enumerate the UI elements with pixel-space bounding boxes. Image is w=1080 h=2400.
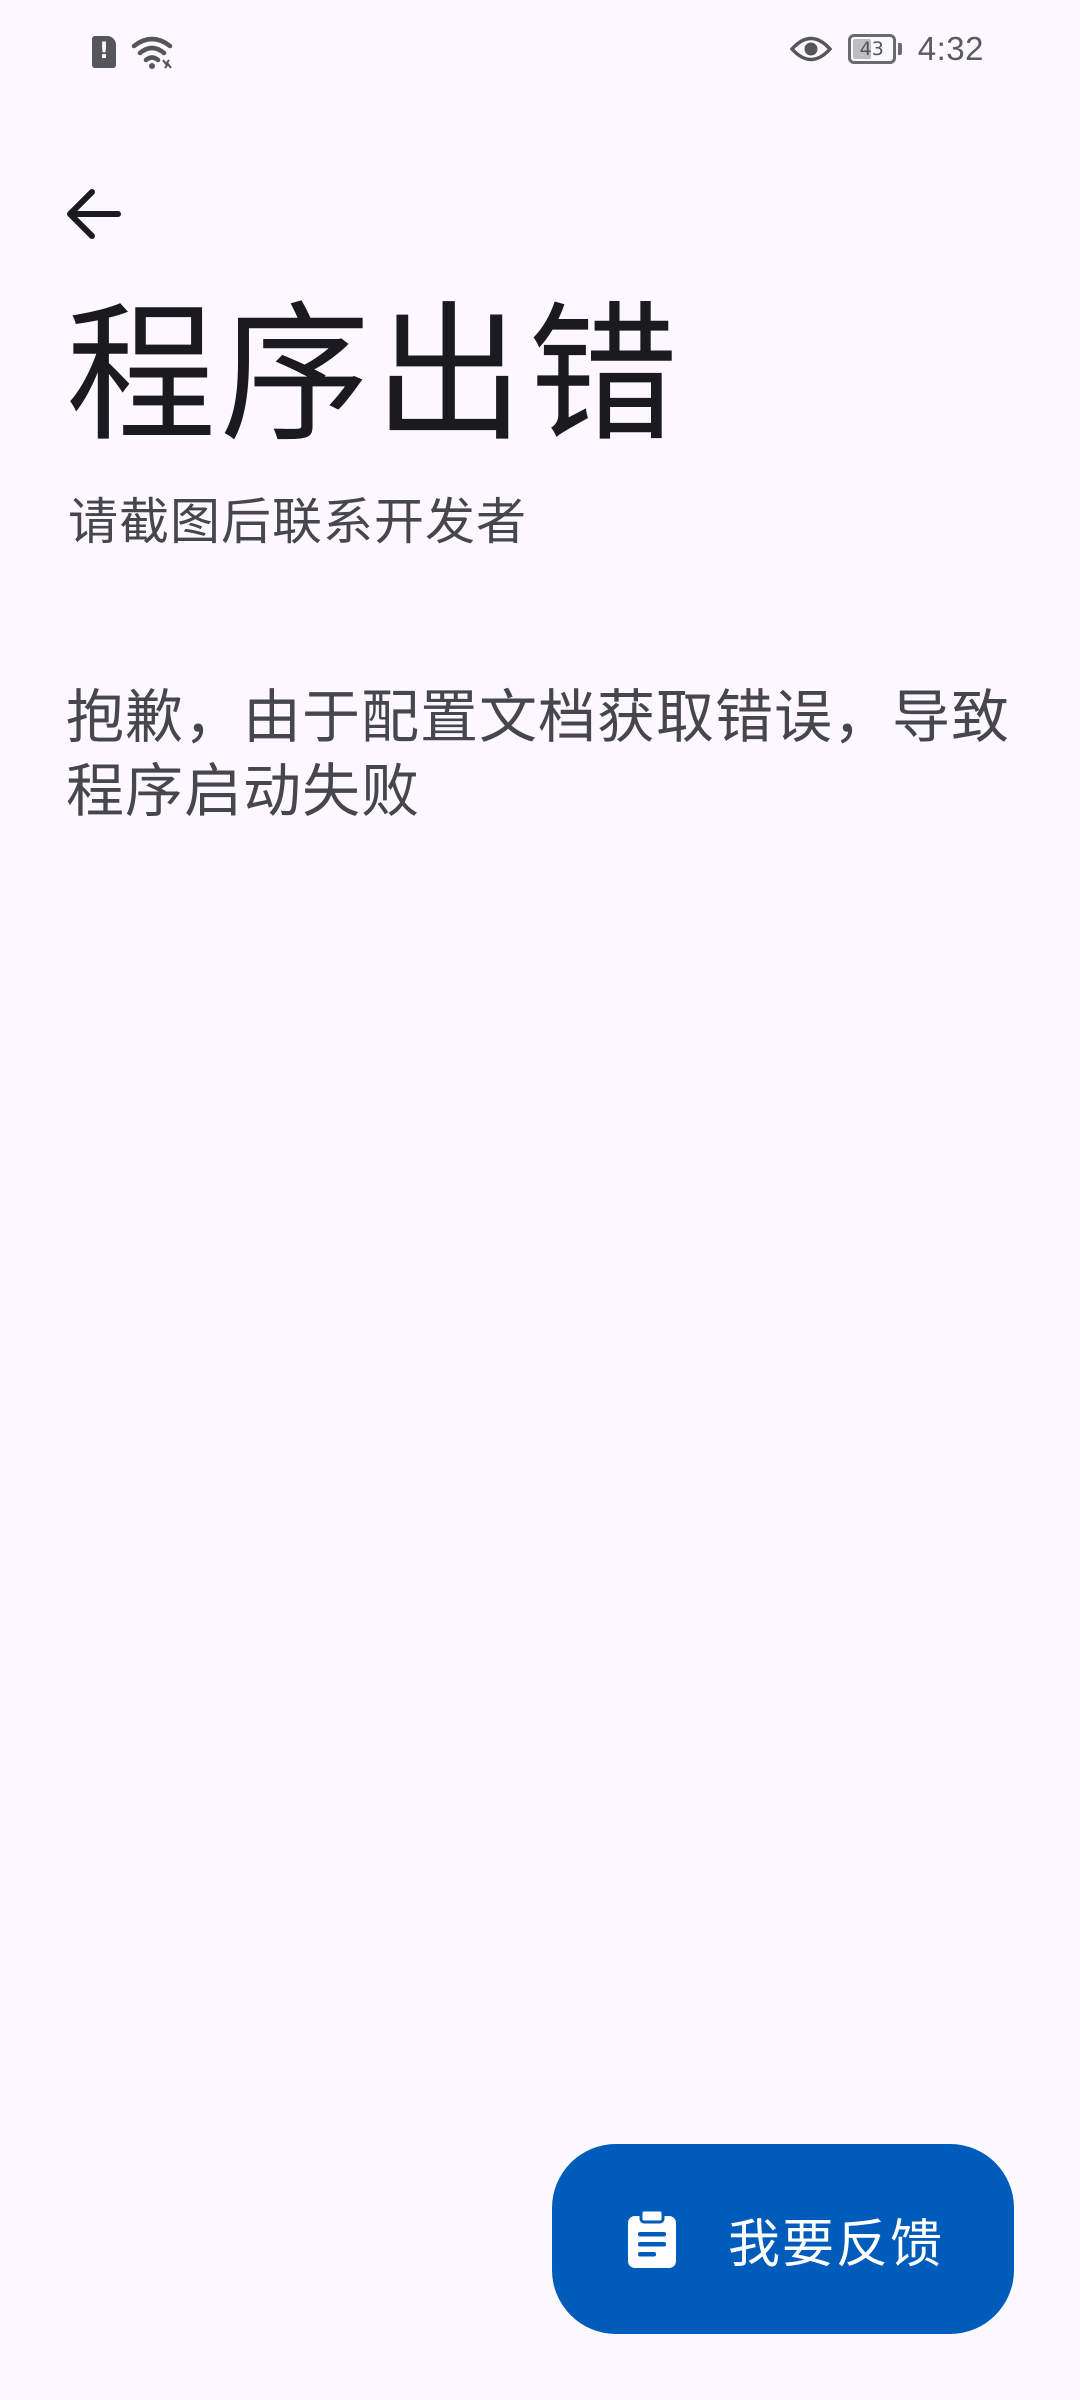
battery-icon: 43 xyxy=(847,34,896,64)
clipboard-icon xyxy=(628,2208,676,2268)
feedback-button-label: 我要反馈 xyxy=(728,2214,945,2275)
status-time: 4:32 xyxy=(917,30,984,67)
arrow-left-icon xyxy=(67,189,121,239)
sim-alert-icon: ! xyxy=(92,36,116,68)
wifi-icon xyxy=(131,36,173,69)
eye-icon xyxy=(789,36,832,62)
page-subtitle: 请截图后联系开发者 xyxy=(68,493,527,551)
error-screen: ! 43 4:32 程序出错 请截图后联系开发者 抱歉，由于配置文档获取错误，导… xyxy=(0,0,1080,2400)
feedback-button[interactable]: 我要反馈 xyxy=(552,2144,1014,2334)
status-bar: ! 43 4:32 xyxy=(0,0,1080,110)
error-message: 抱歉，由于配置文档获取错误，导致程序启动失败 xyxy=(66,683,1011,825)
back-button[interactable] xyxy=(50,170,138,258)
battery-level: 43 xyxy=(859,37,884,60)
status-bar-right: 43 4:32 xyxy=(789,30,984,68)
status-bar-left: ! xyxy=(92,34,174,70)
battery-tip xyxy=(897,43,902,55)
page-title: 程序出错 xyxy=(66,289,683,463)
